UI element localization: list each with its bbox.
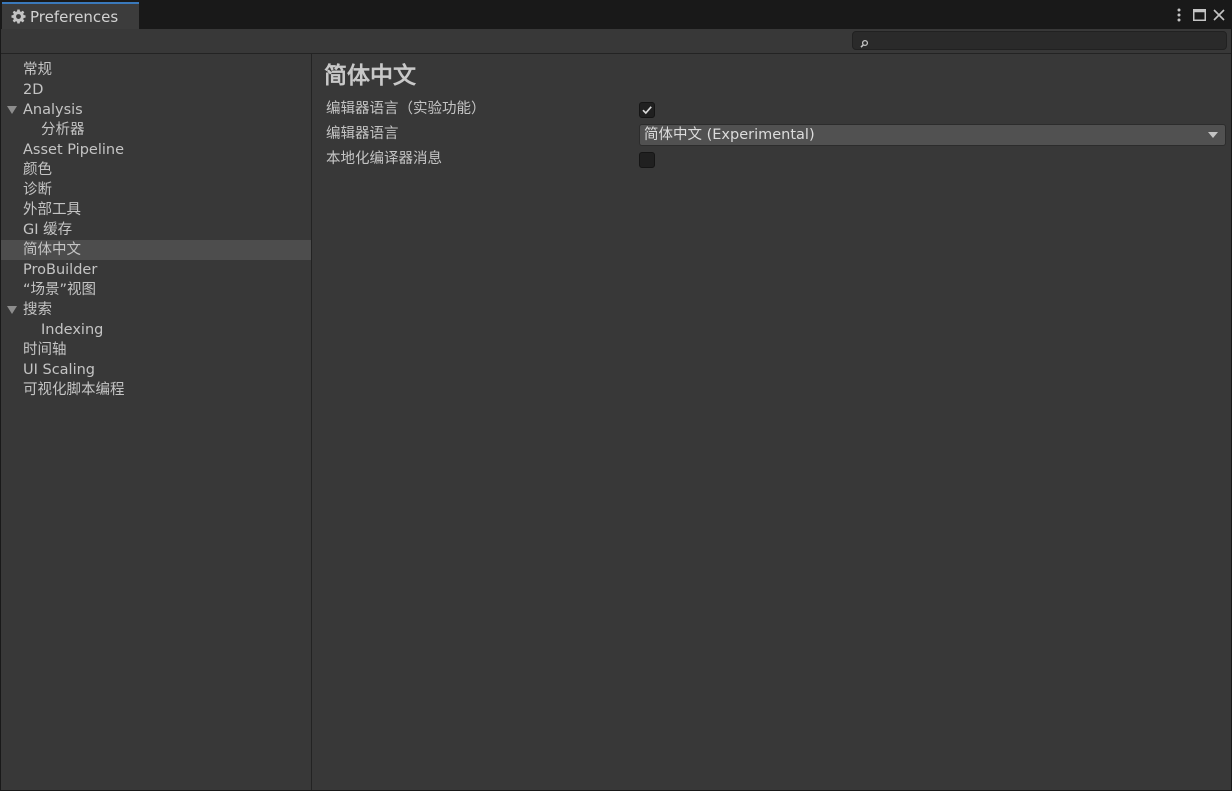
sidebar-item-label: 2D <box>23 82 44 98</box>
editor-language-label: 编辑器语言 <box>326 126 399 142</box>
sidebar-item[interactable]: 分析器 <box>1 120 311 140</box>
chevron-down-icon <box>1208 132 1218 138</box>
sidebar-item[interactable]: Analysis <box>1 100 311 120</box>
sidebar: 常规 2D Analysis 分析器 Asset Pipeline 颜色诊断外部工具 GI … <box>1 54 312 790</box>
sidebar-item-label: GI 缓存 <box>23 222 73 238</box>
search-field[interactable] <box>852 31 1227 50</box>
sidebar-item-label: 外部工具 <box>23 202 81 218</box>
sidebar-item-label: ProBuilder <box>23 262 98 278</box>
sidebar-item[interactable]: 2D <box>1 80 311 100</box>
tab-title: Preferences <box>30 7 119 26</box>
page-title: 简体中文 <box>324 63 416 89</box>
preferences-nav-list: 常规 2D Analysis 分析器 Asset Pipeline 颜色诊断外部工具 GI … <box>1 60 311 400</box>
sidebar-item-label: 简体中文 <box>23 242 81 258</box>
sidebar-item-label: 搜索 <box>23 302 52 318</box>
sidebar-item[interactable]: 简体中文 <box>1 240 311 260</box>
editor-language-experimental-checkbox[interactable] <box>639 102 655 118</box>
sidebar-item-label: 常规 <box>23 62 52 78</box>
sidebar-item[interactable]: 诊断 <box>1 180 311 200</box>
sidebar-item[interactable]: UI Scaling <box>1 360 311 380</box>
toolbar <box>1 29 1231 54</box>
sidebar-item-label: 可视化脚本编程 <box>23 382 125 398</box>
gear-icon <box>10 9 26 25</box>
sidebar-item[interactable]: “场景”视图 <box>1 280 311 300</box>
sidebar-item[interactable]: 颜色 <box>1 160 311 180</box>
sidebar-item-label: 时间轴 <box>23 342 67 358</box>
sidebar-item-label: 分析器 <box>41 122 85 138</box>
sidebar-item-label: Indexing <box>41 322 104 338</box>
close-icon[interactable] <box>1209 5 1229 25</box>
localize-compiler-messages-checkbox[interactable] <box>639 152 655 168</box>
sidebar-item[interactable]: 常规 <box>1 60 311 80</box>
sidebar-item[interactable]: Indexing <box>1 320 311 340</box>
editor-language-experimental-label: 编辑器语言（实验功能） <box>326 101 486 117</box>
sidebar-item-label: Analysis <box>23 102 83 118</box>
more-options-icon[interactable] <box>1169 5 1189 25</box>
sidebar-item[interactable]: 外部工具 <box>1 200 311 220</box>
settings-panel: 简体中文 编辑器语言（实验功能） 编辑器语言 简体中文 (Experimenta… <box>312 54 1231 790</box>
foldout-arrow-icon[interactable] <box>7 306 17 314</box>
preferences-tab[interactable]: Preferences <box>2 2 139 29</box>
editor-language-dropdown[interactable]: 简体中文 (Experimental) <box>639 124 1226 146</box>
sidebar-item-label: 颜色 <box>23 162 52 178</box>
maximize-icon[interactable] <box>1189 5 1209 25</box>
sidebar-item[interactable]: 可视化脚本编程 <box>1 380 311 400</box>
sidebar-item[interactable]: ProBuilder <box>1 260 311 280</box>
window-controls <box>1169 5 1229 25</box>
preferences-window: Preferences 常规 2D Analysis 分析器 Asset Pip… <box>0 0 1232 791</box>
sidebar-item-label: “场景”视图 <box>23 282 97 298</box>
title-bar: Preferences <box>1 1 1231 29</box>
sidebar-item[interactable]: 时间轴 <box>1 340 311 360</box>
search-input[interactable] <box>875 32 1222 49</box>
sidebar-item[interactable]: GI 缓存 <box>1 220 311 240</box>
checkmark-icon <box>642 106 652 115</box>
sidebar-item[interactable]: 搜索 <box>1 300 311 320</box>
editor-language-value: 简体中文 (Experimental) <box>644 127 815 143</box>
localize-compiler-messages-label: 本地化编译器消息 <box>326 151 442 167</box>
sidebar-item-label: UI Scaling <box>23 362 96 378</box>
sidebar-item[interactable]: Asset Pipeline <box>1 140 311 160</box>
sidebar-item-label: Asset Pipeline <box>23 142 124 158</box>
sidebar-item-label: 诊断 <box>23 182 52 198</box>
search-icon <box>859 35 871 48</box>
foldout-arrow-icon[interactable] <box>7 106 17 114</box>
